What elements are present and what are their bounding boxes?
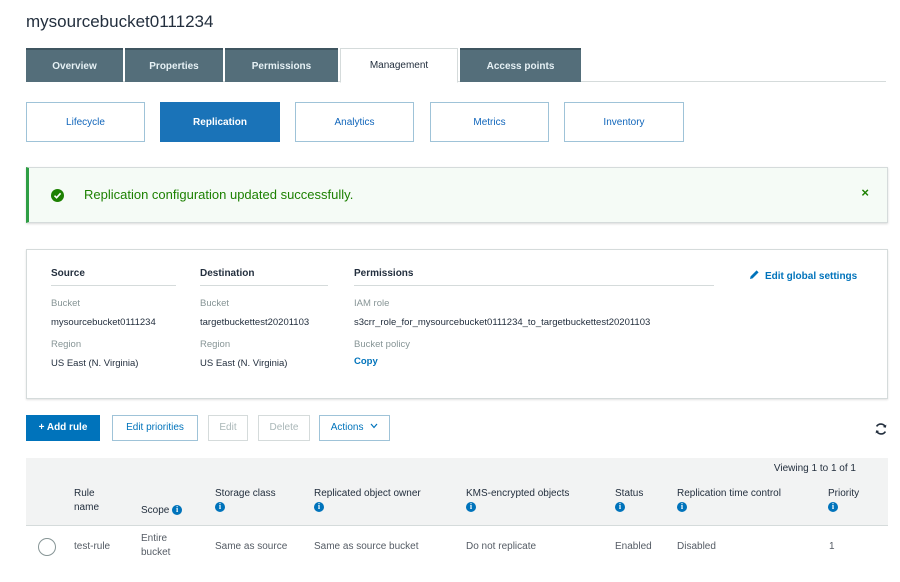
table-header: Rule name Scope i Storage class i Replic… (26, 480, 888, 526)
permissions-heading: Permissions (354, 268, 714, 286)
cell-kms: Do not replicate (466, 541, 537, 552)
header-replicated-object-owner: Replicated object owner i (314, 488, 421, 513)
tab-overview[interactable]: Overview (26, 48, 123, 82)
check-circle-icon (51, 189, 64, 202)
header-priority: Priority i (828, 488, 860, 513)
edit-global-settings-link[interactable]: Edit global settings (749, 269, 857, 282)
destination-heading: Destination (200, 268, 328, 286)
add-rule-button[interactable]: + Add rule (26, 415, 100, 441)
alert-message: Replication configuration updated succes… (84, 187, 354, 202)
cell-rtc: Disabled (677, 541, 716, 552)
cell-status: Enabled (615, 541, 652, 552)
destination-bucket-label: Bucket (200, 298, 230, 309)
table-status-bar: Viewing 1 to 1 of 1 (26, 458, 888, 480)
tab-access-points[interactable]: Access points (460, 48, 581, 82)
iam-role-label: IAM role (354, 298, 390, 309)
info-icon[interactable]: i (314, 502, 324, 513)
header-replication-time-control: Replication time control i (677, 488, 781, 513)
main-tab-bar: Overview Properties Permissions Manageme… (26, 48, 886, 83)
header-scope: Scope i (141, 504, 183, 518)
cell-priority: 1 (829, 541, 835, 552)
chevron-down-icon (370, 423, 378, 429)
cell-storage-class: Same as source (215, 541, 288, 552)
iam-role-value: s3crr_role_for_mysourcebucket0111234_to_… (354, 317, 651, 328)
cell-rule-name: test-rule (74, 541, 111, 552)
source-region-label: Region (51, 339, 82, 350)
info-icon[interactable]: i (828, 502, 838, 513)
actions-label: Actions (330, 422, 364, 433)
tab-properties[interactable]: Properties (125, 48, 223, 82)
source-region-value: US East (N. Virginia) (51, 358, 139, 369)
header-rule-name: Rule name (74, 488, 100, 513)
replication-summary-panel: Source Destination Permissions Edit glob… (26, 249, 888, 399)
subtab-inventory[interactable]: Inventory (564, 102, 684, 142)
info-icon[interactable]: i (466, 502, 476, 513)
delete-button[interactable]: Delete (258, 415, 310, 441)
bucket-title: mysourcebucket0111234 (26, 12, 214, 31)
subtab-lifecycle[interactable]: Lifecycle (26, 102, 145, 142)
viewing-count: Viewing 1 to 1 of 1 (773, 463, 856, 474)
bucket-policy-copy-link[interactable]: Copy (354, 356, 378, 367)
destination-region-label: Region (200, 339, 231, 350)
info-icon[interactable]: i (677, 502, 687, 513)
subtab-replication[interactable]: Replication (160, 102, 280, 142)
info-icon[interactable]: i (615, 502, 625, 513)
info-icon[interactable]: i (215, 502, 225, 513)
pencil-icon (750, 270, 759, 279)
header-status: Status i (615, 488, 644, 513)
info-icon[interactable]: i (172, 505, 183, 516)
cell-owner: Same as source bucket (314, 541, 419, 552)
cell-scope: Entire bucket (141, 533, 171, 558)
rules-table: Viewing 1 to 1 of 1 Rule name Scope i St… (26, 458, 888, 582)
row-select-radio[interactable] (38, 538, 56, 556)
subtab-analytics[interactable]: Analytics (295, 102, 414, 142)
header-storage-class: Storage class i (215, 488, 276, 513)
source-heading: Source (51, 268, 176, 286)
destination-region-value: US East (N. Virginia) (200, 358, 288, 369)
success-alert: Replication configuration updated succes… (26, 167, 888, 223)
tab-management[interactable]: Management (340, 48, 458, 83)
edit-priorities-button[interactable]: Edit priorities (112, 415, 198, 441)
refresh-icon[interactable] (874, 422, 888, 436)
edit-button[interactable]: Edit (208, 415, 248, 441)
tab-permissions[interactable]: Permissions (225, 48, 338, 82)
source-bucket-label: Bucket (51, 298, 81, 309)
close-icon[interactable]: × (861, 185, 869, 200)
edit-global-settings-label: Edit global settings (765, 271, 858, 282)
actions-dropdown[interactable]: Actions (319, 415, 390, 441)
source-bucket-value: mysourcebucket0111234 (51, 317, 156, 328)
destination-bucket-value: targetbuckettest20201103 (200, 317, 310, 328)
bucket-policy-label: Bucket policy (354, 339, 410, 350)
subtab-metrics[interactable]: Metrics (430, 102, 549, 142)
header-kms-encrypted-objects: KMS-encrypted objects i (466, 488, 570, 513)
